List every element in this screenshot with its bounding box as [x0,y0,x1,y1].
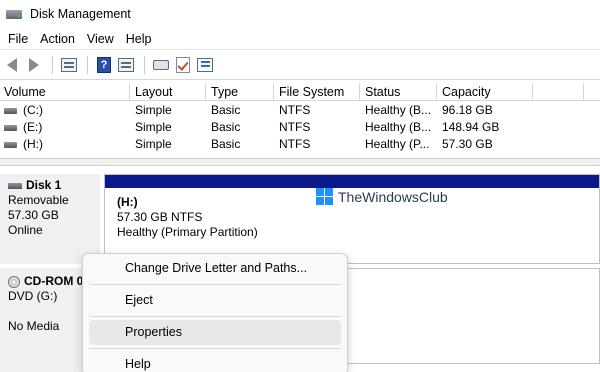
context-menu: Change Drive Letter and Paths... Eject P… [82,253,348,372]
volume-icon [4,124,17,131]
layout-cell: Simple [135,120,172,134]
list-view-icon [197,57,213,72]
type-cell: Basic [211,120,241,134]
column-header-status[interactable]: Status [360,83,437,101]
column-header-extra[interactable] [533,83,584,101]
forward-arrow-icon [29,57,39,72]
menu-item-change-drive-letter[interactable]: Change Drive Letter and Paths... [89,256,341,281]
toolbar-separator [52,55,53,74]
show-hide-console-tree-icon [61,57,77,72]
file-system-cell: NTFS [279,120,311,134]
layout-cell: Simple [135,103,172,117]
column-header-capacity[interactable]: Capacity [437,83,533,101]
capacity-cell: 57.30 GB [442,137,493,151]
layout-cell: Simple [135,137,172,151]
disk-1-title: Disk 1 [26,178,62,192]
status-cell: Healthy (B... [365,103,432,117]
disk-management-app-icon [6,7,22,21]
cd-icon [8,275,20,288]
menu-file[interactable]: File [2,28,34,50]
connect-drive-button[interactable] [151,55,171,75]
type-cell: Basic [211,103,241,117]
volume-cell: (C:) [0,102,130,119]
menu-separator [89,348,341,349]
menu-separator [89,316,341,317]
back-arrow-icon [7,57,17,72]
window-title: Disk Management [30,7,131,21]
partition-header-bar [105,175,599,188]
volume-cell: (H:) [0,136,130,153]
column-header-volume[interactable]: Volume [0,83,130,101]
disk-1-name: Disk 1 [8,178,94,193]
checkmark-icon [176,56,190,73]
menu-item-help[interactable]: Help [89,352,341,372]
volume-list-header: Volume Layout Type File System Status Ca… [0,83,600,101]
forward-button[interactable] [24,55,44,75]
properties-icon [118,57,134,72]
status-cell: Healthy (P... [365,137,430,151]
volume-name: (E:) [23,120,43,134]
type-cell: Basic [211,137,241,151]
windows-logo-icon [316,188,334,206]
disk-icon [8,182,22,189]
menu-help[interactable]: Help [120,28,158,50]
partition-size-fs: 57.30 GB NTFS [117,210,203,224]
menu-item-eject[interactable]: Eject [89,288,341,313]
title-bar: Disk Management [0,0,600,28]
table-row[interactable]: (E:) Simple Basic NTFS Healthy (B... 148… [0,119,600,136]
volume-name: (C:) [23,103,43,117]
volume-icon [4,141,17,148]
disk-1-kind: Removable [8,193,69,207]
help-button[interactable]: ? [94,55,114,75]
menu-separator [89,284,341,285]
properties-button[interactable] [116,55,136,75]
table-row[interactable]: (H:) Simple Basic NTFS Healthy (P... 57.… [0,136,600,153]
toolbar-separator [144,55,145,74]
partition-status: Healthy (Primary Partition) [117,225,258,239]
help-icon: ? [97,56,111,73]
menu-bar: File Action View Help [0,28,600,50]
column-header-layout[interactable]: Layout [130,83,206,101]
checkmark-button[interactable] [173,55,193,75]
cdrom-title: CD-ROM 0 [24,274,84,288]
pane-splitter[interactable] [0,158,600,166]
disk-1-label[interactable]: Disk 1 Removable 57.30 GB Online [0,174,100,264]
disk-1-state: Online [8,223,43,237]
volume-icon [4,107,17,114]
watermark: TheWindowsClub [316,188,448,206]
show-hide-console-tree-button[interactable] [59,55,79,75]
disk-1-size: 57.30 GB [8,208,59,222]
menu-item-properties[interactable]: Properties [89,320,341,345]
volume-name: (H:) [23,137,43,151]
toolbar: ? [0,50,600,80]
toolbar-separator [87,55,88,74]
list-view-button[interactable] [195,55,215,75]
capacity-cell: 96.18 GB [442,103,493,117]
status-cell: Healthy (B... [365,120,432,134]
column-header-file-system[interactable]: File System [274,83,360,101]
column-header-type[interactable]: Type [206,83,274,101]
file-system-cell: NTFS [279,137,311,151]
menu-view[interactable]: View [81,28,120,50]
menu-action[interactable]: Action [34,28,81,50]
connect-drive-icon [153,59,169,70]
back-button[interactable] [2,55,22,75]
volume-cell: (E:) [0,119,130,136]
table-row[interactable]: (C:) Simple Basic NTFS Healthy (B... 96.… [0,102,600,119]
watermark-text: TheWindowsClub [338,189,448,205]
file-system-cell: NTFS [279,103,311,117]
capacity-cell: 148.94 GB [442,120,500,134]
volume-list: Volume Layout Type File System Status Ca… [0,80,600,158]
